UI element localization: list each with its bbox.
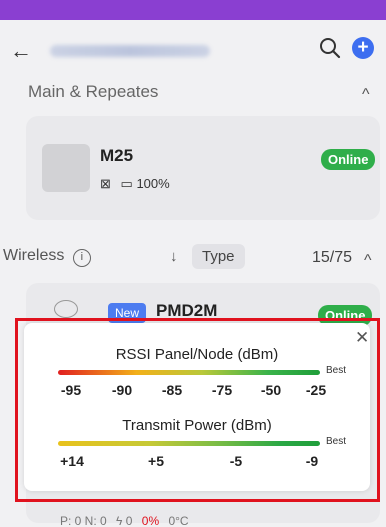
wireless-device-meta: P: 0 N: 0 ϟ 0 0% 0°C [60,514,189,527]
percent-value: 0% [141,514,160,527]
search-icon[interactable] [318,36,342,60]
device-thumbnail [42,144,90,192]
device-name: M25 [100,146,134,165]
section-wireless-title: Wireless i [3,247,91,267]
battery-icon: ▭ [120,176,133,191]
chevron-up-icon[interactable]: ^ [362,86,370,104]
image-icon: ⊠ [100,176,111,191]
temperature-value: 0°C [168,514,189,527]
type-filter-button[interactable]: Type [192,244,245,269]
plus-icon[interactable]: + [352,37,374,59]
pn-values: P: 0 N: 0 [60,514,107,527]
status-badge: Online [321,149,376,170]
app-bar: ← + [0,20,386,82]
status-bar [0,0,386,20]
highlight-frame [15,318,380,502]
device-card-main[interactable]: M25 Online ⊠ ▭ 100% [26,116,380,220]
lightning-value: 0 [125,514,133,527]
device-icon [54,300,78,318]
lightning-icon: ϟ [116,514,123,527]
device-meta: ⊠ ▭ 100% [100,176,170,192]
chevron-up-icon-2[interactable]: ^ [364,252,372,270]
sort-down-icon[interactable]: ↓ [170,248,178,265]
arrow-left-icon[interactable]: ← [10,38,32,64]
info-icon[interactable]: i [72,249,91,267]
section-main-title: Main & Repeates [28,82,159,101]
wireless-count: 15/75 [312,249,353,266]
battery-level: 100% [136,176,170,191]
wireless-label: Wireless [3,247,65,264]
page-title-blurred [50,45,210,57]
